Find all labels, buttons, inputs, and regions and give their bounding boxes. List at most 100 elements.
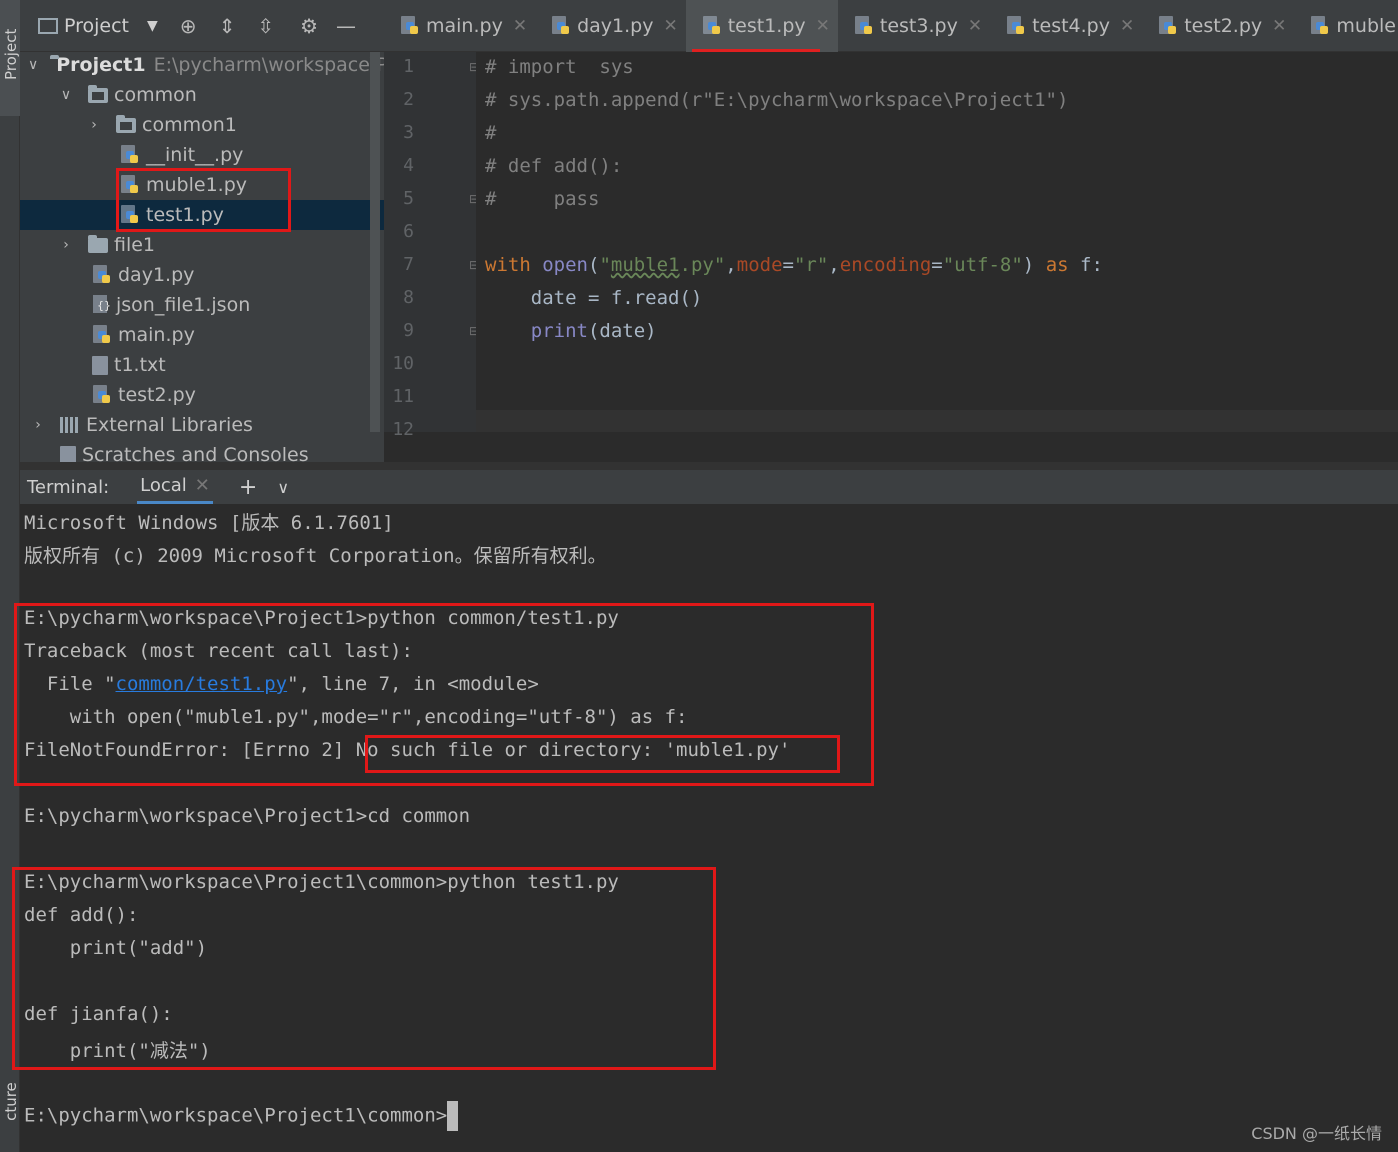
- chevron-down-icon[interactable]: ∨: [28, 57, 38, 73]
- tab-label: test3.py: [879, 15, 958, 37]
- chevron-down-icon: ▼: [147, 17, 158, 34]
- terminal-line: Microsoft Windows [版本 6.1.7601]: [24, 512, 394, 534]
- tree-item-label: test2.py: [118, 384, 196, 406]
- line-number: 10: [392, 353, 414, 374]
- editor-tab-bar: main.py ✕ day1.py ✕ test1.py ✕ test3.py …: [384, 0, 1398, 52]
- tree-item-label: External Libraries: [86, 414, 253, 436]
- tree-item-scratches[interactable]: Scratches and Consoles: [20, 440, 384, 462]
- tree-item-label: __init__.py: [146, 144, 244, 166]
- text-file-icon: [92, 355, 108, 375]
- project-scrollbar[interactable]: [370, 52, 380, 432]
- close-icon[interactable]: ✕: [1272, 16, 1286, 36]
- tab-test3-py[interactable]: test3.py ✕: [838, 0, 990, 52]
- tree-item-label: Project1: [56, 54, 146, 76]
- highlight-box-files: [116, 168, 291, 232]
- code-line: # import sys: [485, 56, 634, 78]
- python-file-icon: [551, 16, 571, 36]
- close-icon[interactable]: ✕: [195, 475, 210, 496]
- tree-item-common[interactable]: ∨ common: [20, 80, 384, 110]
- package-folder-icon: [116, 114, 136, 133]
- terminal-output[interactable]: Microsoft Windows [版本 6.1.7601] 版权所有 (c)…: [12, 504, 1398, 1152]
- line-number: 6: [403, 221, 414, 242]
- line-number: 3: [403, 122, 414, 143]
- chevron-right-icon[interactable]: ›: [84, 117, 104, 133]
- terminal-prompt: E:\pycharm\workspace\Project1\common>: [24, 1104, 448, 1127]
- tree-item-label: t1.txt: [114, 354, 166, 376]
- line-number: 1: [403, 56, 414, 77]
- python-file-icon: [120, 145, 140, 165]
- project-view-label: Project: [64, 14, 130, 37]
- python-file-icon: [400, 16, 420, 36]
- collapse-all-icon[interactable]: ⇳: [257, 14, 274, 38]
- panel-divider[interactable]: [20, 462, 1398, 470]
- line-number: 9: [403, 320, 414, 341]
- python-file-icon: [1310, 16, 1330, 36]
- line-number: 7: [403, 254, 414, 275]
- chevron-down-icon[interactable]: ∨: [277, 478, 289, 497]
- gear-icon[interactable]: ⚙: [300, 14, 318, 38]
- structure-tool-tab-label: Structure: [2, 1082, 20, 1152]
- tree-item-label: common: [114, 84, 197, 106]
- chevron-down-icon[interactable]: ∨: [56, 87, 76, 103]
- python-file-icon: [854, 16, 874, 36]
- add-terminal-icon[interactable]: +: [239, 475, 257, 500]
- structure-tool-tab[interactable]: Structure: [0, 1100, 20, 1152]
- tab-label: main.py: [426, 15, 503, 37]
- tab-label: test4.py: [1032, 15, 1110, 37]
- terminal-header: Terminal: Local ✕ + ∨: [20, 470, 1398, 504]
- tree-item-label: main.py: [118, 324, 195, 346]
- hide-panel-icon[interactable]: —: [336, 14, 356, 38]
- python-file-icon: [92, 325, 112, 345]
- tab-label: muble1.py: [1336, 15, 1398, 37]
- tree-item-common1[interactable]: › common1: [20, 110, 384, 140]
- code-line: date = f.read(): [485, 287, 703, 309]
- line-number: 12: [392, 419, 414, 440]
- tree-item-external-libraries[interactable]: › External Libraries: [20, 410, 384, 440]
- tree-item-test2-py[interactable]: test2.py: [20, 380, 384, 410]
- scratch-icon: [60, 445, 76, 462]
- close-icon[interactable]: ✕: [968, 16, 982, 36]
- close-icon[interactable]: ✕: [1120, 16, 1134, 36]
- tab-muble1-py[interactable]: muble1.py ✕: [1294, 0, 1398, 52]
- tree-item-json-file1[interactable]: json_file1.json: [20, 290, 384, 320]
- code-line: #: [485, 122, 497, 144]
- close-icon[interactable]: ✕: [513, 16, 527, 36]
- project-toolbar: Project ▼ ⊕ ⇕ ⇳ ⚙ —: [20, 0, 384, 52]
- tree-item-file1[interactable]: › file1: [20, 230, 384, 260]
- tab-local-terminal[interactable]: Local ✕: [137, 470, 213, 504]
- project-tool-tab-label: Project: [2, 28, 20, 80]
- tree-item-main-py[interactable]: main.py: [20, 320, 384, 350]
- close-icon[interactable]: ✕: [816, 16, 830, 36]
- code-editor[interactable]: # import sys # sys.path.append(r"E:\pych…: [476, 52, 1398, 432]
- folder-icon: [88, 234, 108, 253]
- line-number: 8: [403, 287, 414, 308]
- terminal-cursor: [447, 1101, 459, 1131]
- expand-all-icon[interactable]: ⇕: [219, 14, 236, 38]
- tree-item-project1[interactable]: ∨ Project1 E:\pycharm\workspace\P: [20, 50, 384, 80]
- terminal-line: E:\pycharm\workspace\Project1>cd common: [24, 805, 471, 827]
- chevron-right-icon[interactable]: ›: [28, 417, 48, 433]
- project-window-icon: [38, 17, 58, 34]
- tree-item-init-py[interactable]: __init__.py: [20, 140, 384, 170]
- tab-test1-py[interactable]: test1.py ✕: [685, 0, 838, 52]
- line-number: 5: [403, 188, 414, 209]
- terminal-prompt-line: E:\pycharm\workspace\Project1\common>: [24, 1101, 459, 1131]
- tree-item-day1-py[interactable]: day1.py: [20, 260, 384, 290]
- tab-test4-py[interactable]: test4.py ✕: [990, 0, 1142, 52]
- project-view-selector[interactable]: Project ▼: [38, 15, 158, 37]
- tab-label: day1.py: [577, 15, 654, 37]
- chevron-right-icon[interactable]: ›: [56, 237, 76, 253]
- tab-test2-py[interactable]: test2.py ✕: [1142, 0, 1294, 52]
- tab-day1-py[interactable]: day1.py ✕: [535, 0, 686, 52]
- tree-item-t1-txt[interactable]: t1.txt: [20, 350, 384, 380]
- python-file-icon: [92, 265, 112, 285]
- tree-item-label: Scratches and Consoles: [82, 444, 309, 462]
- terminal-tab-label: Local: [140, 475, 187, 496]
- json-file-icon: [92, 295, 111, 315]
- project-tool-tab[interactable]: Project: [0, 0, 20, 116]
- crosshair-icon[interactable]: ⊕: [180, 14, 197, 38]
- close-icon[interactable]: ✕: [663, 16, 677, 36]
- tab-main-py[interactable]: main.py ✕: [384, 0, 535, 52]
- terminal-line: 版权所有 (c) 2009 Microsoft Corporation。保留所有…: [24, 545, 607, 567]
- project-panel: Project ▼ ⊕ ⇕ ⇳ ⚙ — ∨ Project1 E:\pychar…: [20, 0, 384, 462]
